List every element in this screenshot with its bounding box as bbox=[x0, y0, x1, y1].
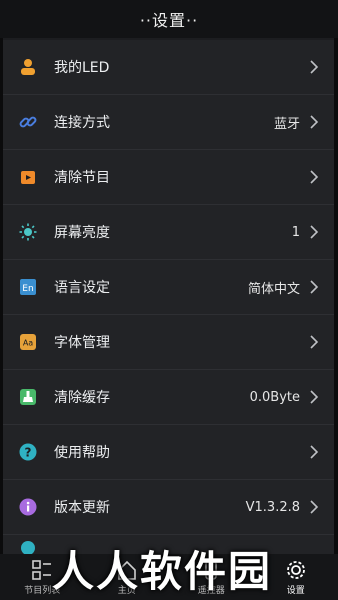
settings-item-brightness[interactable]: 屏幕亮度 1 bbox=[3, 205, 334, 260]
settings-item-label: 版本更新 bbox=[54, 500, 110, 516]
settings-item-value: V1.3.2.8 bbox=[245, 499, 300, 515]
language-icon: En bbox=[18, 277, 38, 297]
settings-item-label: 屏幕亮度 bbox=[54, 225, 110, 241]
settings-item-clear-cache[interactable]: 清除缓存 0.0Byte bbox=[3, 370, 334, 425]
settings-list: 我的LED 连接方式 蓝牙 清除节目 屏幕亮度 1 En 语言设定 简体中文 A… bbox=[3, 40, 334, 556]
settings-screen: ··设置·· 我的LED 连接方式 蓝牙 清除节目 屏幕亮度 1 En 语言设定… bbox=[0, 0, 338, 600]
chevron-right-icon bbox=[306, 334, 322, 350]
brightness-icon bbox=[18, 222, 38, 242]
chevron-right-icon bbox=[306, 444, 322, 460]
link-icon bbox=[18, 112, 38, 132]
settings-item-my-led[interactable]: 我的LED bbox=[3, 40, 334, 95]
settings-item-label: 清除缓存 bbox=[54, 390, 110, 406]
settings-item-clear-program[interactable]: 清除节目 bbox=[3, 150, 334, 205]
settings-item-language[interactable]: En 语言设定 简体中文 bbox=[3, 260, 334, 315]
chevron-right-icon bbox=[306, 114, 322, 130]
clear-program-icon bbox=[18, 167, 38, 187]
chevron-right-icon bbox=[306, 499, 322, 515]
svg-text:?: ? bbox=[25, 446, 32, 460]
svg-text:En: En bbox=[22, 284, 33, 294]
watermark-text: 人人软件园 bbox=[52, 547, 273, 596]
settings-item-label: 我的LED bbox=[54, 60, 110, 76]
settings-item-connection[interactable]: 连接方式 蓝牙 bbox=[3, 95, 334, 150]
page-title: ··设置·· bbox=[139, 11, 199, 30]
settings-item-label: 清除节目 bbox=[54, 170, 110, 186]
grid-list-icon bbox=[31, 559, 53, 581]
settings-item-label: 字体管理 bbox=[54, 335, 110, 351]
right-frame bbox=[334, 0, 338, 600]
settings-item-value: 简体中文 bbox=[247, 281, 300, 297]
help-icon: ? bbox=[18, 442, 38, 462]
broom-icon bbox=[18, 387, 38, 407]
chevron-right-icon bbox=[306, 59, 322, 75]
title-bar: ··设置·· bbox=[0, 0, 338, 38]
tab-label: 设置 bbox=[286, 586, 305, 596]
settings-icon bbox=[285, 559, 307, 581]
chevron-right-icon bbox=[306, 279, 322, 295]
user-icon bbox=[18, 57, 38, 77]
settings-item-value: 蓝牙 bbox=[273, 116, 300, 132]
settings-item-help[interactable]: ? 使用帮助 bbox=[3, 425, 334, 480]
settings-item-version-update[interactable]: 版本更新 V1.3.2.8 bbox=[3, 480, 334, 535]
svg-text:Aa: Aa bbox=[23, 339, 33, 348]
chevron-right-icon bbox=[306, 224, 322, 240]
settings-item-font[interactable]: Aa 字体管理 bbox=[3, 315, 334, 370]
settings-item-label: 连接方式 bbox=[54, 115, 110, 131]
info-icon bbox=[18, 497, 38, 517]
settings-item-value: 0.0Byte bbox=[249, 389, 300, 405]
font-icon: Aa bbox=[18, 332, 38, 352]
chevron-right-icon bbox=[306, 169, 322, 185]
chevron-right-icon bbox=[306, 389, 322, 405]
settings-item-label: 语言设定 bbox=[54, 280, 110, 296]
settings-item-value: 1 bbox=[291, 224, 300, 240]
settings-item-label: 使用帮助 bbox=[54, 445, 110, 461]
